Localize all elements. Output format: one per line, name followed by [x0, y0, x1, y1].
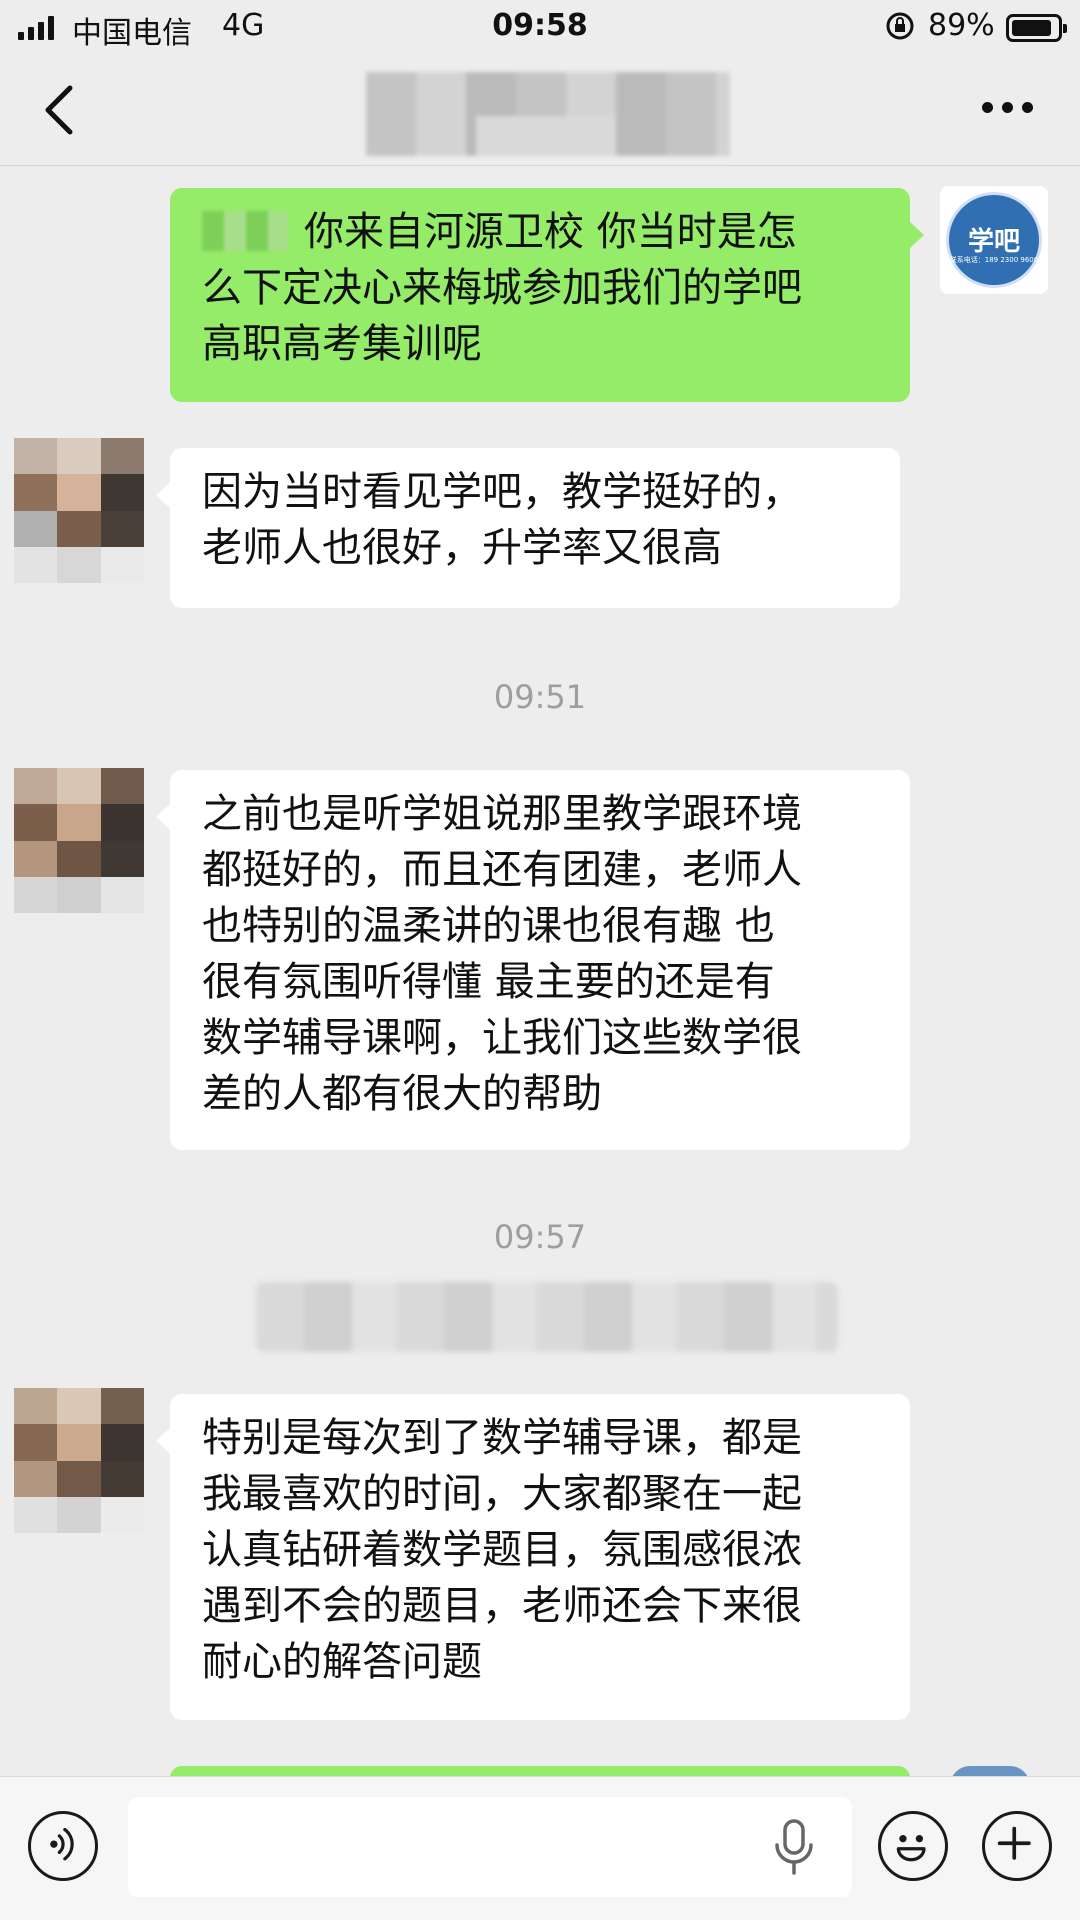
message-line: 我最喜欢的时间，大家都聚在一起: [202, 1471, 802, 1517]
voice-icon[interactable]: [28, 1811, 98, 1881]
message-line: 很有氛围听得懂 最主要的还是有: [202, 959, 775, 1005]
name-redacted: [202, 211, 288, 251]
message-line: 因为当时看见学吧，教学挺好的，: [202, 469, 802, 515]
more-dots-icon[interactable]: [982, 102, 1033, 113]
battery-icon: [1006, 14, 1067, 42]
contact-avatar[interactable]: [14, 768, 144, 913]
self-avatar[interactable]: 学吧 联系电话：189 2300 9600: [940, 186, 1048, 294]
message-line: 老师人也很好，升学率又很高: [202, 525, 722, 571]
message-timestamp: 09:51: [493, 678, 587, 716]
plus-icon[interactable]: [982, 1811, 1052, 1881]
message-line: 之前也是听学姐说那里教学跟环境: [202, 791, 802, 837]
message-line: 遇到不会的题目，老师还会下来很: [202, 1583, 802, 1629]
status-bar: 中国电信 4G 09:58 89%: [0, 0, 1080, 56]
message-bubble-contact[interactable]: 之前也是听学姐说那里教学跟环境 都挺好的，而且还有团建，老师人 也特别的温柔讲的…: [156, 770, 910, 1150]
emoji-icon[interactable]: [878, 1811, 948, 1881]
message-line: 你来自河源卫校 你当时是怎: [202, 204, 878, 260]
contact-avatar[interactable]: [14, 438, 144, 583]
message-line: 认真钻研着数学题目，氛围感很浓: [202, 1527, 802, 1573]
message-line: 高职高考集训呢: [202, 321, 482, 367]
status-time: 09:58: [492, 8, 588, 43]
battery-percent: 89%: [928, 8, 995, 43]
message-bubble-contact[interactable]: 特别是每次到了数学辅导课，都是 我最喜欢的时间，大家都聚在一起 认真钻研着数学题…: [156, 1394, 910, 1720]
message-line: 都挺好的，而且还有团建，老师人: [202, 847, 802, 893]
message-bubble-self[interactable]: 你来自河源卫校 你当时是怎 么下定决心来梅城参加我们的学吧 高职高考集训呢: [170, 188, 924, 402]
message-line: 耐心的解答问题: [202, 1639, 482, 1685]
system-notice-redacted: [256, 1282, 838, 1352]
message-input[interactable]: [128, 1797, 852, 1897]
nav-bar: [0, 56, 1080, 166]
rotation-lock-icon: [886, 12, 914, 40]
brand-name: 学吧: [967, 227, 1020, 257]
brand-logo-icon: 学吧 联系电话：189 2300 9600: [946, 192, 1042, 288]
message-timestamp: 09:57: [493, 1218, 587, 1256]
message-line: 数学辅导课啊，让我们这些数学很: [202, 1015, 802, 1061]
input-bar: [0, 1776, 1080, 1920]
message-line: 特别是每次到了数学辅导课，都是: [202, 1415, 802, 1461]
contact-avatar[interactable]: [14, 1388, 144, 1533]
microphone-icon[interactable]: [768, 1817, 820, 1877]
message-line: 么下定决心来梅城参加我们的学吧: [202, 265, 802, 311]
message-line: 差的人都有很大的帮助: [202, 1071, 602, 1117]
message-bubble-contact[interactable]: 因为当时看见学吧，教学挺好的， 老师人也很好，升学率又很高: [156, 448, 900, 608]
message-line: 也特别的温柔讲的课也很有趣 也: [202, 903, 775, 949]
chevron-left-icon[interactable]: [38, 80, 78, 140]
chat-title-redacted: [366, 72, 730, 156]
brand-phone: 联系电话：189 2300 9600: [949, 256, 1039, 264]
